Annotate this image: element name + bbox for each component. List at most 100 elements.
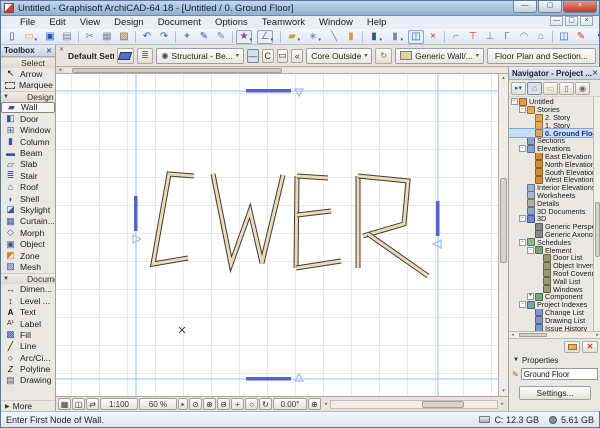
toolbar-button[interactable]: ✎ xyxy=(573,30,589,44)
tree-item[interactable]: North Elevation xyxy=(509,160,600,168)
mdi-minimize-button[interactable]: — xyxy=(550,16,563,26)
tree-item[interactable]: Generic Axonometry xyxy=(509,231,600,239)
tree-item[interactable]: Elevations xyxy=(509,145,600,153)
scroll-up-icon[interactable]: ▴ xyxy=(502,74,505,83)
quick-options-button[interactable]: ▦ xyxy=(58,398,71,410)
toolbox-item[interactable]: Object xyxy=(1,238,55,249)
tree-item[interactable]: Wall List xyxy=(509,277,600,285)
toolbar-button[interactable]: ★ xyxy=(236,30,252,44)
floor-plan-display-button[interactable]: Floor Plan and Section... xyxy=(487,48,596,64)
publisher-button[interactable]: ◉ xyxy=(575,82,590,95)
tree-item[interactable]: Door List xyxy=(509,254,600,262)
tree-expander-icon[interactable] xyxy=(527,247,534,254)
tree-item[interactable]: Schedules xyxy=(509,238,600,246)
model-view-options-button[interactable]: ◫ xyxy=(72,398,85,410)
toolbox-item[interactable]: Arc/Ci... xyxy=(1,352,55,363)
tree-expander-icon[interactable] xyxy=(527,293,534,300)
properties-header[interactable]: ▼ Properties xyxy=(509,354,600,366)
tree-item[interactable]: Windows xyxy=(509,285,600,293)
toolbar-button[interactable] xyxy=(232,31,233,43)
toolbox-item[interactable]: ▼ Design xyxy=(1,91,55,102)
flip-wall-button[interactable]: ↻ xyxy=(375,48,392,64)
toolbar-button[interactable]: ▮ xyxy=(366,30,382,44)
tree-item[interactable]: Roof Covering xyxy=(509,270,600,278)
toolbar-button[interactable]: ▯ xyxy=(4,30,20,44)
menu-item[interactable]: Teamwork xyxy=(255,16,312,29)
menu-item[interactable]: Design xyxy=(107,16,151,29)
tree-item[interactable]: 3D Documents xyxy=(509,207,600,215)
fit-in-window-button[interactable]: ○ xyxy=(245,398,258,410)
canvas-vertical-scrollbar[interactable]: ▴ ▾ xyxy=(498,74,508,396)
tree-item[interactable]: 2. Story xyxy=(509,114,600,122)
toolbox-item[interactable]: Drawing xyxy=(1,375,55,386)
tree-item[interactable]: Untitled xyxy=(509,98,600,106)
tree-item[interactable]: Details xyxy=(509,199,600,207)
toolbar-button[interactable]: ⊥ xyxy=(482,30,498,44)
toolbar-button[interactable]: Γ xyxy=(499,30,515,44)
toolbar-button[interactable]: ✦ xyxy=(179,30,195,44)
canvas-horizontal-scrollbar[interactable] xyxy=(330,400,498,409)
toolbox-item[interactable]: Line xyxy=(1,341,55,352)
scroll-down-icon[interactable]: ▾ xyxy=(502,387,505,396)
toolbox-item[interactable]: Column xyxy=(1,136,55,147)
tree-vertical-scrollbar[interactable] xyxy=(593,97,600,331)
menu-item[interactable]: View xyxy=(73,16,107,29)
scroll-left-icon[interactable]: ◂ xyxy=(56,67,64,73)
scale-button[interactable]: 1:100 xyxy=(100,398,138,410)
tree-item[interactable]: 1. Story xyxy=(509,121,600,129)
tree-expander-icon[interactable] xyxy=(519,106,526,113)
tree-item[interactable]: Component xyxy=(509,293,600,301)
toolbar-button[interactable]: ⌐ xyxy=(448,30,464,44)
tree-item[interactable]: South Elevation xyxy=(509,168,600,176)
tree-item[interactable]: Object Inventory xyxy=(509,262,600,270)
hscroll-right-icon[interactable]: ▸ xyxy=(499,401,506,407)
toolbox-item[interactable]: Select xyxy=(1,57,55,68)
menu-item[interactable]: Options xyxy=(208,16,255,29)
title-bar[interactable]: Untitled - Graphisoft ArchiCAD-64 18 - [… xyxy=(1,1,599,16)
menu-item[interactable]: Edit xyxy=(42,16,72,29)
toolbox-item[interactable]: Shell xyxy=(1,193,55,204)
toolbar-button[interactable]: ✎ xyxy=(196,30,212,44)
new-folder-button[interactable] xyxy=(564,341,580,353)
toolbox-item[interactable]: Arrow xyxy=(1,68,55,79)
toolbar-button[interactable]: ◠ xyxy=(516,30,532,44)
renovation-filter-dropdown[interactable]: ◉ Structural - Be... ▾ xyxy=(156,48,243,64)
toolbar-button[interactable] xyxy=(444,31,445,43)
menu-item[interactable]: Document xyxy=(151,16,208,29)
toolbox-item[interactable]: Window xyxy=(1,125,55,136)
toolbar-button[interactable] xyxy=(135,31,136,43)
toolbar-button[interactable]: ▮ xyxy=(343,30,359,44)
toolbar-button[interactable]: ◔ xyxy=(590,30,600,44)
toolbox-item[interactable]: Label xyxy=(1,318,55,329)
toolbox-item[interactable]: Text xyxy=(1,306,55,317)
toolbox-close-icon[interactable]: ✕ xyxy=(46,47,52,55)
tree-expander-icon[interactable] xyxy=(519,215,526,222)
toolbox-item[interactable]: Zone xyxy=(1,250,55,261)
project-chooser-button[interactable]: ▸▾ xyxy=(511,82,526,95)
toolbar-button[interactable]: ↶ xyxy=(139,30,155,44)
tree-hscroll-right-icon[interactable]: ▸ xyxy=(594,332,600,338)
toolbox-item[interactable]: ▼ Document xyxy=(1,273,55,284)
toolbox-item[interactable]: Roof xyxy=(1,182,55,193)
zoom-in-button[interactable]: ⊕ xyxy=(203,398,216,410)
toolbar-button[interactable]: ⊤ xyxy=(465,30,481,44)
toolbox-item[interactable]: Dimen... xyxy=(1,284,55,295)
pan-button[interactable]: + xyxy=(231,398,244,410)
menu-item[interactable]: Window xyxy=(312,16,360,29)
toolbar-button[interactable]: ▧ xyxy=(116,30,132,44)
toolbar-button[interactable]: ▣ xyxy=(42,30,58,44)
zoom-options-button[interactable]: ⊙ xyxy=(189,398,202,410)
wall-geometry-curved-button[interactable]: C xyxy=(262,49,274,63)
tree-hscroll-thumb[interactable] xyxy=(519,333,547,337)
wall-settings-button[interactable] xyxy=(117,48,134,64)
tree-expander-icon[interactable] xyxy=(519,145,526,152)
toolbox-item[interactable]: Mesh xyxy=(1,261,55,272)
tree-item[interactable]: 0. Ground Floor xyxy=(509,129,600,137)
floor-plan-canvas[interactable]: ▴ ▾ xyxy=(56,74,508,396)
delete-item-button[interactable]: ✕ xyxy=(582,341,598,353)
minimize-button[interactable]: — xyxy=(513,1,537,13)
view-map-button[interactable]: ▭ xyxy=(543,82,558,95)
toolbar-button[interactable]: ▰ xyxy=(284,30,300,44)
toolbox-item[interactable]: Marquee xyxy=(1,79,55,90)
toolbar-button[interactable]: × xyxy=(425,30,441,44)
